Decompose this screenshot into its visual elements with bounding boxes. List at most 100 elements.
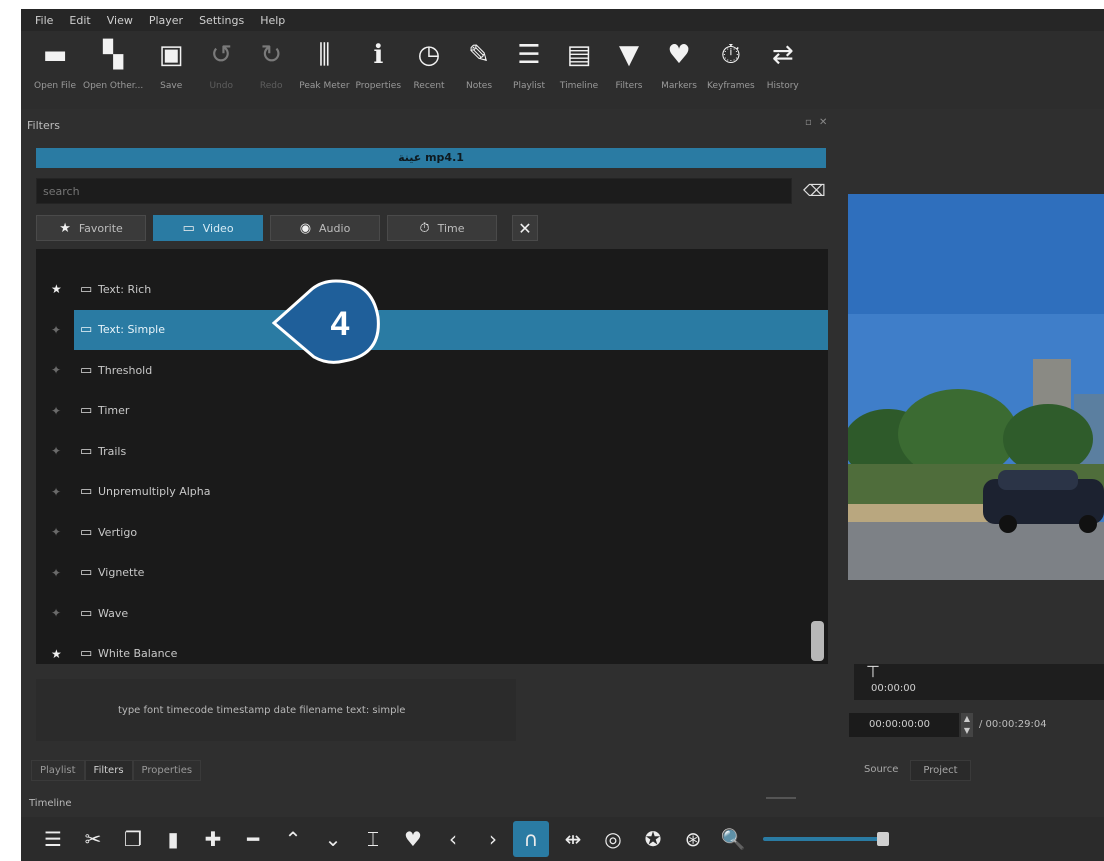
menu-edit[interactable]: Edit xyxy=(69,14,90,27)
save-button[interactable]: ▣ Save xyxy=(149,31,193,91)
filter-list-item[interactable]: ★ ▭ White Balance xyxy=(36,634,828,665)
overwrite-icon[interactable]: ⌄ xyxy=(313,821,353,857)
keyframes-button[interactable]: ⏱ Keyframes xyxy=(707,31,755,91)
clock-button[interactable]: ◷ Recent xyxy=(407,31,451,91)
list-scrollbar[interactable] xyxy=(811,621,824,661)
paste-icon[interactable]: ▮ xyxy=(153,821,193,857)
ripple-icon[interactable]: ◎ xyxy=(593,821,633,857)
monitor-icon: ▭ xyxy=(80,524,93,540)
tab-favorite[interactable]: ★ Favorite xyxy=(36,215,146,241)
filter-search-input[interactable] xyxy=(36,178,792,204)
toolbar-label: Notes xyxy=(466,81,493,91)
filter-list-item[interactable]: ✦ ▭ Vertigo xyxy=(36,512,828,552)
next-marker-icon[interactable]: › xyxy=(473,821,513,857)
favorite-star-icon[interactable]: ★ xyxy=(51,282,62,296)
timeline-ruler[interactable] xyxy=(854,664,1104,700)
tab-project[interactable]: Project xyxy=(910,760,971,781)
clear-search-icon[interactable]: ⌫ xyxy=(803,181,826,200)
open-other-button[interactable]: ▚ Open Other... xyxy=(83,31,143,91)
favorite-star-icon[interactable]: ✦ xyxy=(51,525,61,539)
filter-list-item[interactable]: ★ ▭ Text: Rich xyxy=(36,269,828,309)
menu-player[interactable]: Player xyxy=(149,14,183,27)
tab-filters[interactable]: Filters xyxy=(84,760,133,781)
info-button[interactable]: ℹ Properties xyxy=(356,31,401,91)
menu-help[interactable]: Help xyxy=(260,14,285,27)
folder-button[interactable]: ▬ Open File xyxy=(33,31,77,91)
tab-source[interactable]: Source xyxy=(852,760,910,781)
splitter-handle[interactable] xyxy=(766,797,796,799)
append-icon[interactable]: ✚ xyxy=(193,821,233,857)
video-preview[interactable] xyxy=(848,194,1104,580)
ripple-markers-icon[interactable]: ⊛ xyxy=(673,821,713,857)
marker-button[interactable]: ♥ Markers xyxy=(657,31,701,91)
undo-button[interactable]: ↺ Undo xyxy=(199,31,243,91)
tab-audio[interactable]: ◉ Audio xyxy=(270,215,380,241)
tab-audio-label: Audio xyxy=(319,221,351,235)
toolbar-label: Timeline xyxy=(559,81,599,91)
star-icon: ★ xyxy=(59,220,71,236)
history-button[interactable]: ⇄ History xyxy=(761,31,805,91)
zoom-out-icon[interactable]: 🔍 xyxy=(713,821,753,857)
timecode-spinner[interactable]: ▲ ▼ xyxy=(961,713,973,737)
scrub-icon[interactable]: ⇹ xyxy=(553,821,593,857)
favorite-star-icon[interactable]: ✦ xyxy=(51,566,61,580)
favorite-star-icon[interactable]: ★ xyxy=(51,647,62,661)
peak-meter-icon: ⫼ xyxy=(318,40,331,70)
speaker-icon: ◉ xyxy=(299,220,312,236)
menu-icon[interactable]: ☰ xyxy=(33,821,73,857)
snap-icon[interactable]: ∩ xyxy=(513,821,549,857)
close-filters-icon[interactable]: ✕ xyxy=(512,215,538,241)
ripple-all-icon[interactable]: ✪ xyxy=(633,821,673,857)
filter-list-item[interactable]: ✦ ▭ Text: Simple xyxy=(36,309,828,350)
remove-icon[interactable]: ━ xyxy=(233,821,273,857)
step-callout: 4 xyxy=(272,279,380,364)
zoom-slider[interactable] xyxy=(763,832,889,846)
tab-time[interactable]: ⏱ Time xyxy=(387,215,497,241)
monitor-icon: ▭ xyxy=(80,443,93,459)
filter-button[interactable]: ▼ Filters xyxy=(607,31,651,91)
favorite-star-icon[interactable]: ✦ xyxy=(51,363,61,377)
menu-view[interactable]: View xyxy=(107,14,133,27)
marker-icon[interactable]: ♥ xyxy=(393,821,433,857)
filter-list-item[interactable]: ✦ ▭ Timer xyxy=(36,391,828,431)
filter-list-item[interactable]: ✦ ▭ Trails xyxy=(36,431,828,471)
copy-icon[interactable]: ❐ xyxy=(113,821,153,857)
peak-meter-button[interactable]: ⫼ Peak Meter xyxy=(299,31,349,91)
timeline-button[interactable]: ▤ Timeline xyxy=(557,31,601,91)
filter-list-item[interactable]: ✦ ▭ Unpremultiply Alpha xyxy=(36,472,828,512)
filter-list-item[interactable]: ✦ ▭ Threshold xyxy=(36,350,828,390)
panel-window-controls[interactable]: ▫ ✕ xyxy=(805,117,829,128)
favorite-star-icon[interactable]: ✦ xyxy=(51,444,61,458)
zoom-slider-handle[interactable] xyxy=(877,832,889,846)
filter-name: Wave xyxy=(98,606,129,620)
filter-list-item[interactable]: ✦ ▭ Wave xyxy=(36,593,828,633)
lift-icon[interactable]: ⌃ xyxy=(273,821,313,857)
tab-video[interactable]: ▭ Video xyxy=(153,215,263,241)
timecode-field[interactable]: 00:00:00:00 xyxy=(849,713,959,737)
filter-list-item[interactable]: ✦ ▭ Vignette xyxy=(36,553,828,593)
cut-icon[interactable]: ✂ xyxy=(73,821,113,857)
filter-name: Timer xyxy=(98,404,130,417)
monitor-icon: ▭ xyxy=(80,484,93,499)
menu-file[interactable]: File xyxy=(35,14,53,27)
playlist-button[interactable]: ☰ Playlist xyxy=(507,31,551,91)
keyframes-icon: ⏱ xyxy=(720,40,741,70)
split-icon[interactable]: ⌶ xyxy=(353,821,393,857)
favorite-star-icon[interactable]: ✦ xyxy=(51,323,61,337)
toolbar-label: Filters xyxy=(615,81,643,91)
prev-marker-icon[interactable]: ‹ xyxy=(433,821,473,857)
redo-button[interactable]: ↻ Redo xyxy=(249,31,293,91)
favorite-star-icon[interactable]: ✦ xyxy=(51,404,61,418)
menu-settings[interactable]: Settings xyxy=(199,14,244,27)
folder-icon: ▬ xyxy=(42,40,68,70)
tab-properties[interactable]: Properties xyxy=(132,760,202,781)
filter-name: Threshold xyxy=(98,363,153,377)
open-other-icon: ▚ xyxy=(103,40,124,70)
tab-playlist[interactable]: Playlist xyxy=(31,760,85,781)
playhead-icon[interactable]: ⊤ xyxy=(866,662,880,681)
save-icon: ▣ xyxy=(158,40,184,70)
favorite-star-icon[interactable]: ✦ xyxy=(51,485,61,499)
favorite-star-icon[interactable]: ✦ xyxy=(51,606,61,620)
notes-button[interactable]: ✎ Notes xyxy=(457,31,501,91)
monitor-icon: ▭ xyxy=(80,403,93,418)
